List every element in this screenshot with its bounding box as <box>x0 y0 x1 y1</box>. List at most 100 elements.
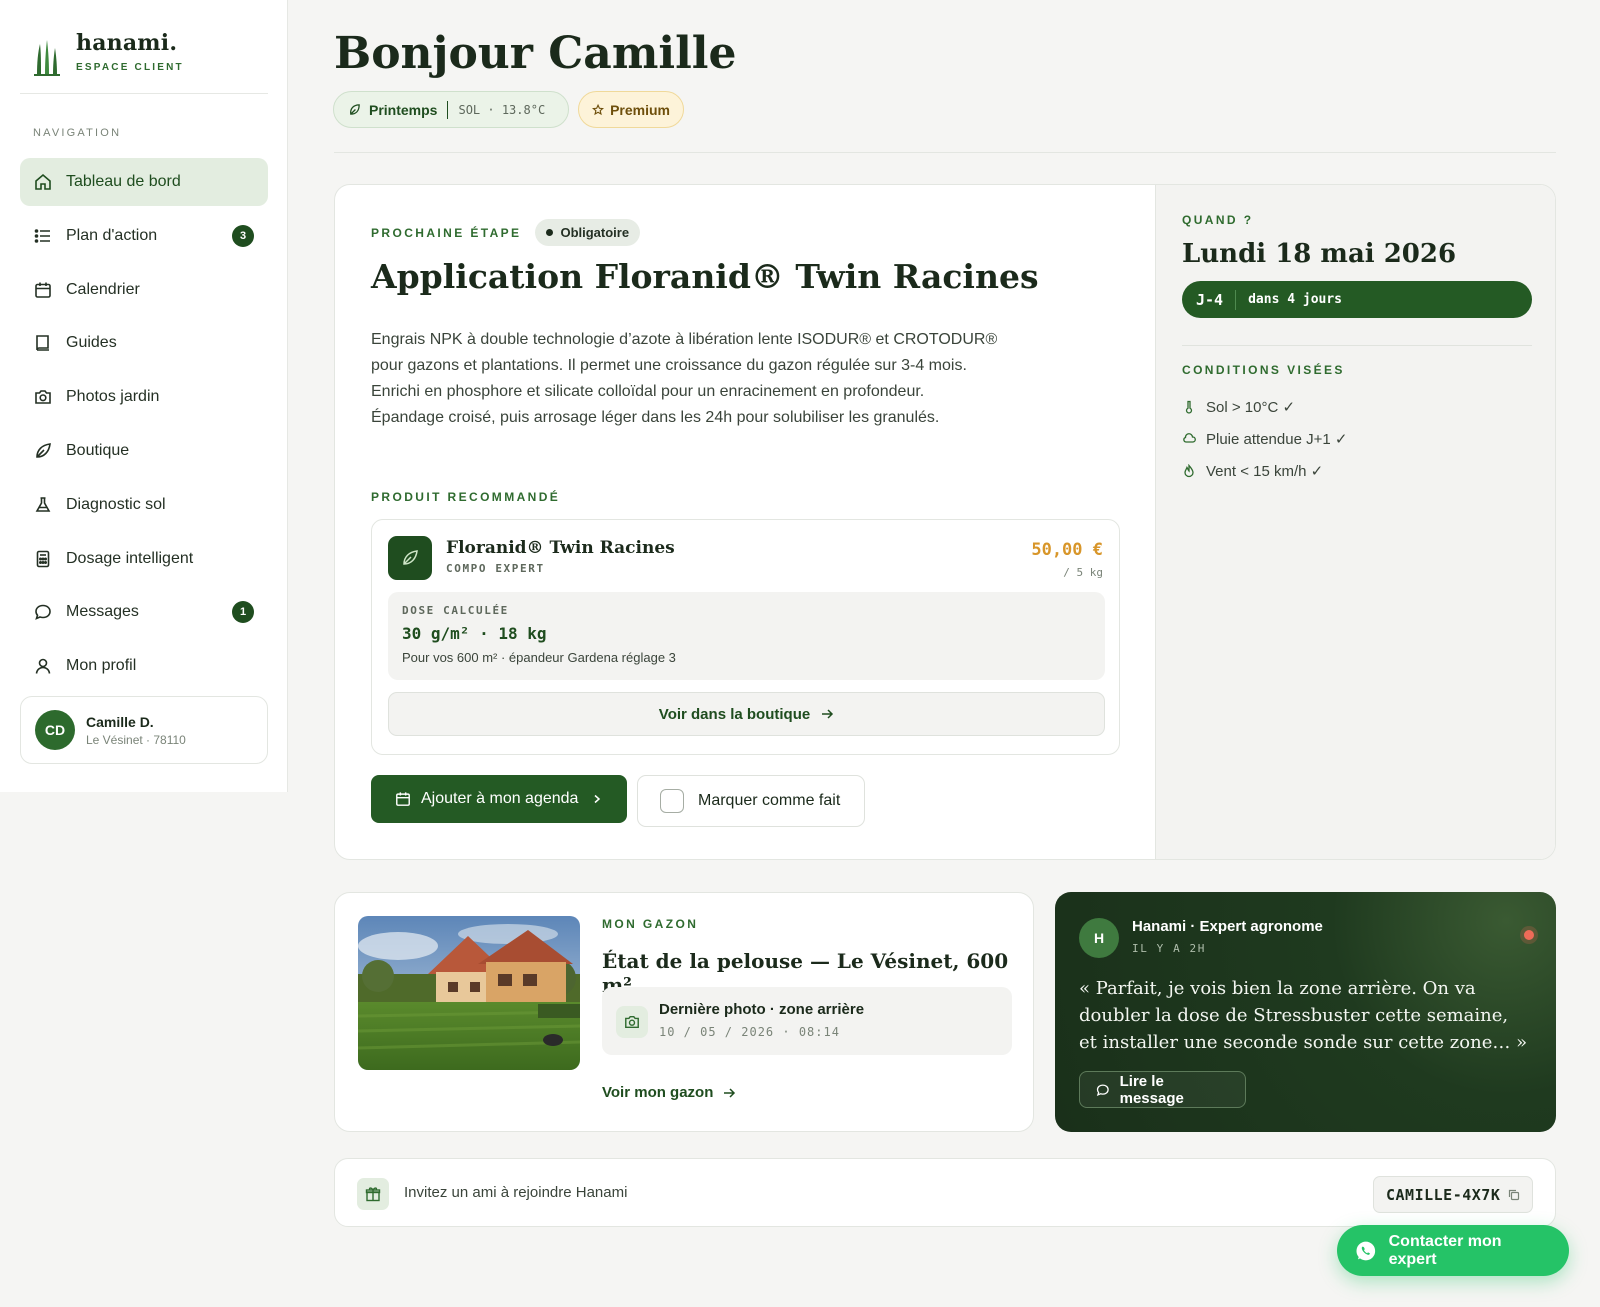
countdown-value: J-4 <box>1196 290 1224 309</box>
view-lawn-link[interactable]: Voir mon gazon <box>602 1084 736 1101</box>
product-name: Floranid® Twin Racines <box>446 538 675 558</box>
wind-icon <box>1184 464 1194 478</box>
sidebar-item-messages[interactable]: Messages 1 <box>20 588 268 636</box>
thermometer-icon <box>1185 400 1193 414</box>
lawn-eyebrow: MON GAZON <box>602 917 699 931</box>
sidebar: hanami. ESPACE CLIENT NAVIGATION Tableau… <box>0 0 288 792</box>
camera-icon <box>616 1006 648 1038</box>
mark-as-done-button[interactable]: Marquer comme fait <box>637 775 865 827</box>
arrow-right-icon <box>724 1087 736 1098</box>
step-title: Application Floranid® Twin Racines <box>371 257 1039 296</box>
sidebar-item-label: Plan d'action <box>66 226 158 244</box>
sidebar-item-mon-profil[interactable]: Mon profil <box>20 642 268 690</box>
season-chip: Printemps SOL · 13.8°C <box>333 91 569 128</box>
chat-icon <box>1096 1083 1109 1096</box>
when-panel: QUAND ? Lundi 18 mai 2026 J-4 dans 4 jou… <box>1155 185 1555 859</box>
dose-box: DOSE CALCULÉE 30 g/m² · 18 kg Pour vos 6… <box>388 592 1105 680</box>
season-label: Printemps <box>369 101 438 118</box>
countdown-pill: J-4 dans 4 jours <box>1182 281 1532 318</box>
product-price: 50,00 € <box>1031 540 1103 560</box>
expert-avatar: H <box>1079 918 1119 958</box>
sidebar-item-label: Guides <box>66 334 117 352</box>
list-icon <box>34 227 52 245</box>
copy-icon <box>1508 1189 1520 1200</box>
camera-icon <box>34 388 52 406</box>
star-icon <box>592 103 605 115</box>
sidebar-item-label: Photos jardin <box>66 388 160 406</box>
sidebar-item-guides[interactable]: Guides <box>20 319 268 367</box>
product-eyebrow: PRODUIT RECOMMANDÉ <box>371 490 561 504</box>
leaf-icon <box>34 442 52 460</box>
leaf-icon <box>403 550 418 565</box>
avatar: CD <box>35 710 75 750</box>
user-card[interactable]: CD Camille D. Le Vésinet · 78110 <box>20 696 268 764</box>
chevron-right-icon <box>594 794 601 804</box>
referral-code-button[interactable]: CAMILLE-4X7K <box>1373 1176 1533 1213</box>
sidebar-nav: Tableau de bord Plan d'action 3 Calendri… <box>20 158 268 696</box>
read-message-button[interactable]: Lire le message <box>1079 1071 1246 1108</box>
sidebar-item-label: Calendrier <box>66 280 140 298</box>
countdown-divider <box>1235 289 1237 310</box>
add-to-agenda-button[interactable]: Ajouter à mon agenda <box>371 775 627 823</box>
condition-item: Vent < 15 km/h ✓ <box>1182 455 1347 487</box>
header-divider <box>334 152 1556 153</box>
sidebar-item-label: Messages <box>66 603 139 621</box>
sidebar-item-photos-jardin[interactable]: Photos jardin <box>20 373 268 421</box>
contact-expert-button[interactable]: Contacter mon expert <box>1337 1225 1569 1276</box>
condition-label: Vent < 15 km/h ✓ <box>1206 463 1324 480</box>
sidebar-item-tableau-de-bord[interactable]: Tableau de bord <box>20 158 268 206</box>
user-icon <box>34 657 52 675</box>
dose-label: DOSE CALCULÉE <box>402 604 509 617</box>
brand-logo[interactable]: hanami. ESPACE CLIENT <box>34 30 184 76</box>
expert-name: Hanami · Expert agronome <box>1132 918 1323 935</box>
sidebar-item-plan-action[interactable]: Plan d'action 3 <box>20 212 268 260</box>
last-photo-date: 10 / 05 / 2026 · 08:14 <box>659 1025 840 1039</box>
home-icon <box>34 173 52 191</box>
sidebar-divider <box>20 93 268 94</box>
arrow-right-icon <box>822 709 834 719</box>
count-badge: 1 <box>232 601 254 624</box>
last-photo-title: Dernière photo · zone arrière <box>659 1001 865 1018</box>
invite-text: Invitez un ami à rejoindre Hanami <box>404 1184 628 1201</box>
when-eyebrow: QUAND ? <box>1182 213 1254 227</box>
count-badge: 3 <box>232 224 254 247</box>
grass-logo-icon <box>34 40 60 76</box>
next-step-card: PROCHAINE ÉTAPE Obligatoire Application … <box>334 184 1556 860</box>
sidebar-item-calendrier[interactable]: Calendrier <box>20 266 268 314</box>
lawn-photo[interactable] <box>358 916 580 1070</box>
product-card: Floranid® Twin Racines COMPO EXPERT 50,0… <box>371 519 1120 755</box>
mark-as-done-label: Marquer comme fait <box>698 792 841 809</box>
calculator-icon <box>34 550 52 568</box>
add-to-agenda-label: Ajouter à mon agenda <box>421 790 579 807</box>
whatsapp-icon <box>1356 1241 1376 1260</box>
sidebar-item-diagnostic-sol[interactable]: Diagnostic sol <box>20 481 268 529</box>
brand-subtitle: ESPACE CLIENT <box>76 62 184 73</box>
sidebar-item-label: Mon profil <box>66 657 137 675</box>
scheduled-date: Lundi 18 mai 2026 <box>1182 239 1457 269</box>
last-photo-box[interactable]: Dernière photo · zone arrière 10 / 05 / … <box>602 987 1012 1055</box>
sidebar-item-boutique[interactable]: Boutique <box>20 427 268 475</box>
dose-note: Pour vos 600 m² · épandeur Gardena régla… <box>402 650 676 665</box>
calendar-icon <box>34 281 52 299</box>
product-brand: COMPO EXPERT <box>446 562 545 575</box>
user-location: Le Vésinet · 78110 <box>86 732 186 747</box>
sidebar-item-dosage-intelligent[interactable]: Dosage intelligent <box>20 535 268 583</box>
sidebar-item-label: Diagnostic sol <box>66 495 166 513</box>
expert-quote: « Parfait, je vois bien la zone arrière.… <box>1079 978 1528 1053</box>
countdown-text: dans 4 jours <box>1248 292 1343 307</box>
condition-item: Pluie attendue J+1 ✓ <box>1182 423 1347 455</box>
lawn-card: MON GAZON État de la pelouse — Le Vésine… <box>334 892 1034 1132</box>
user-name: Camille D. <box>86 713 154 730</box>
view-in-shop-button[interactable]: Voir dans la boutique <box>388 692 1105 736</box>
sidebar-item-label: Dosage intelligent <box>66 549 194 567</box>
chip-divider <box>447 100 449 119</box>
conditions-eyebrow: CONDITIONS VISÉES <box>1182 363 1345 377</box>
step-description: Engrais NPK à double technologie d’azote… <box>371 331 998 426</box>
read-message-label: Lire le message <box>1119 1072 1184 1107</box>
soil-temperature: SOL · 13.8°C <box>458 102 546 117</box>
condition-label: Pluie attendue J+1 ✓ <box>1206 431 1348 448</box>
flask-icon <box>34 496 52 514</box>
product-unit: / 5 kg <box>1063 566 1103 579</box>
mandatory-label: Obligatoire <box>560 225 630 240</box>
done-checkbox[interactable] <box>660 789 684 813</box>
